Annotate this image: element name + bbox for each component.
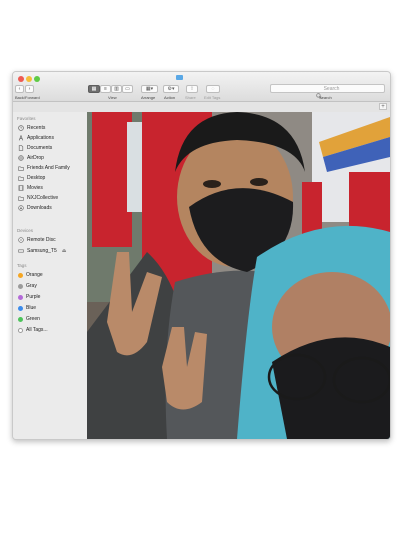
plus-icon: +	[381, 104, 385, 110]
devices-heading: Devices	[17, 228, 34, 233]
sidebar-item-label: Blue	[26, 305, 37, 311]
airdrop-icon	[18, 155, 24, 161]
new-tab-button[interactable]: +	[379, 103, 387, 110]
sidebar-item-all-tags[interactable]: All Tags...	[18, 326, 48, 334]
favorites-heading: Favorites	[17, 116, 36, 121]
grid-icon: ▦	[91, 86, 97, 92]
document-icon	[18, 145, 24, 151]
eject-icon[interactable]: ⏏	[62, 248, 67, 254]
arrange-button[interactable]: ▦▾	[141, 85, 158, 93]
download-icon	[18, 205, 24, 211]
sidebar-item-label: Orange	[26, 272, 43, 278]
photo-preview	[87, 112, 390, 439]
share-icon: ⇧	[189, 86, 195, 92]
all-tags-icon	[18, 327, 23, 333]
minimize-window-button[interactable]	[26, 76, 32, 82]
sidebar-item-samsung-t5[interactable]: Samsung_T5 ⏏	[18, 247, 66, 255]
sidebar-item-friends-and-family[interactable]: Friends And Family	[18, 164, 70, 172]
sidebar-item-label: Green	[26, 316, 40, 322]
gallery-view-button[interactable]: ▭	[122, 85, 133, 93]
folder-icon	[18, 165, 24, 171]
search-label: Search	[319, 95, 332, 100]
sidebar-item-airdrop[interactable]: AirDrop	[18, 154, 44, 162]
sidebar-item-downloads[interactable]: Downloads	[18, 204, 52, 212]
arrange-label: Arrange	[141, 95, 156, 100]
sidebar-item-label: Samsung_T5	[27, 248, 57, 254]
tags-heading: Tags	[17, 263, 27, 268]
columns-icon: ▥	[114, 86, 119, 92]
list-view-button[interactable]: ≡	[100, 85, 111, 93]
share-button[interactable]: ⇧	[186, 85, 198, 93]
edit-tags-button[interactable]: ◌	[206, 85, 220, 93]
drive-icon	[18, 248, 24, 254]
applications-icon	[18, 135, 24, 141]
sidebar-item-remote-disc[interactable]: Remote Disc	[18, 236, 56, 244]
arrange-icon: ▦▾	[145, 86, 154, 92]
sidebar-item-nxjcollective[interactable]: NXJCollective	[18, 194, 58, 202]
action-button[interactable]: ⚙▾	[163, 85, 179, 93]
close-window-button[interactable]	[18, 76, 24, 82]
column-view-button[interactable]: ▥	[111, 85, 122, 93]
sidebar-item-label: Recents	[27, 125, 46, 131]
sidebar-item-tag-purple[interactable]: Purple	[18, 293, 40, 301]
share-label: Share	[185, 95, 196, 100]
view-label: View	[108, 95, 117, 100]
selfie-photo	[87, 112, 390, 439]
back-forward-label: Back/Forward	[15, 95, 40, 100]
list-icon: ≡	[104, 86, 107, 92]
chevron-right-icon: ›	[28, 86, 31, 92]
icon-view-button[interactable]: ▦	[88, 85, 100, 93]
folder-proxy-icon[interactable]	[176, 75, 183, 80]
toolbar: ‹ › Back/Forward ▦ ≡ ▥ ▭ View ▦▾ Arrange…	[13, 72, 390, 102]
forward-button[interactable]: ›	[25, 85, 34, 93]
purple-tag-icon	[18, 294, 23, 300]
search-icon	[315, 86, 322, 99]
sidebar-item-label: Remote Disc	[27, 237, 56, 243]
sidebar-item-label: Movies	[27, 185, 43, 191]
sidebar: Favorites Recents Applications Documents…	[13, 112, 88, 439]
folder-icon	[18, 175, 24, 181]
sidebar-item-label: NXJCollective	[27, 195, 59, 201]
sidebar-item-label: Applications	[27, 135, 54, 141]
sidebar-item-label: All Tags...	[26, 327, 48, 333]
sidebar-item-applications[interactable]: Applications	[18, 134, 54, 142]
sidebar-item-label: Purple	[26, 294, 41, 300]
sidebar-item-label: Documents	[27, 145, 53, 151]
search-field[interactable]: Search	[270, 84, 385, 99]
sidebar-item-tag-gray[interactable]: Gray	[18, 282, 37, 290]
blue-tag-icon	[18, 305, 23, 311]
back-button[interactable]: ‹	[15, 85, 24, 93]
gear-icon: ⚙▾	[167, 86, 175, 92]
orange-tag-icon	[18, 272, 23, 278]
sidebar-item-label: Desktop	[27, 175, 46, 181]
action-label: Action	[164, 95, 176, 100]
tag-icon: ◌	[211, 86, 215, 92]
sidebar-item-desktop[interactable]: Desktop	[18, 174, 45, 182]
sidebar-item-movies[interactable]: Movies	[18, 184, 43, 192]
sidebar-item-label: Gray	[26, 283, 37, 289]
search-placeholder: Search	[323, 85, 340, 92]
sidebar-item-documents[interactable]: Documents	[18, 144, 52, 152]
sidebar-item-tag-green[interactable]: Green	[18, 315, 40, 323]
gallery-icon: ▭	[125, 86, 130, 92]
sidebar-item-tag-blue[interactable]: Blue	[18, 304, 36, 312]
sidebar-item-label: AirDrop	[27, 155, 44, 161]
finder-window: ‹ › Back/Forward ▦ ≡ ▥ ▭ View ▦▾ Arrange…	[12, 71, 391, 440]
folder-icon	[18, 195, 24, 201]
disc-icon	[18, 237, 24, 243]
chevron-left-icon: ‹	[18, 86, 21, 92]
green-tag-icon	[18, 316, 23, 322]
film-icon	[18, 185, 24, 191]
clock-icon	[18, 125, 24, 131]
sidebar-item-tag-orange[interactable]: Orange	[18, 271, 43, 279]
zoom-window-button[interactable]	[34, 76, 40, 82]
sidebar-item-label: Downloads	[27, 205, 52, 211]
sidebar-item-recents[interactable]: Recents	[18, 124, 45, 132]
gray-tag-icon	[18, 283, 23, 289]
edit-tags-label: Edit Tags	[204, 95, 221, 100]
sidebar-item-label: Friends And Family	[27, 165, 70, 171]
